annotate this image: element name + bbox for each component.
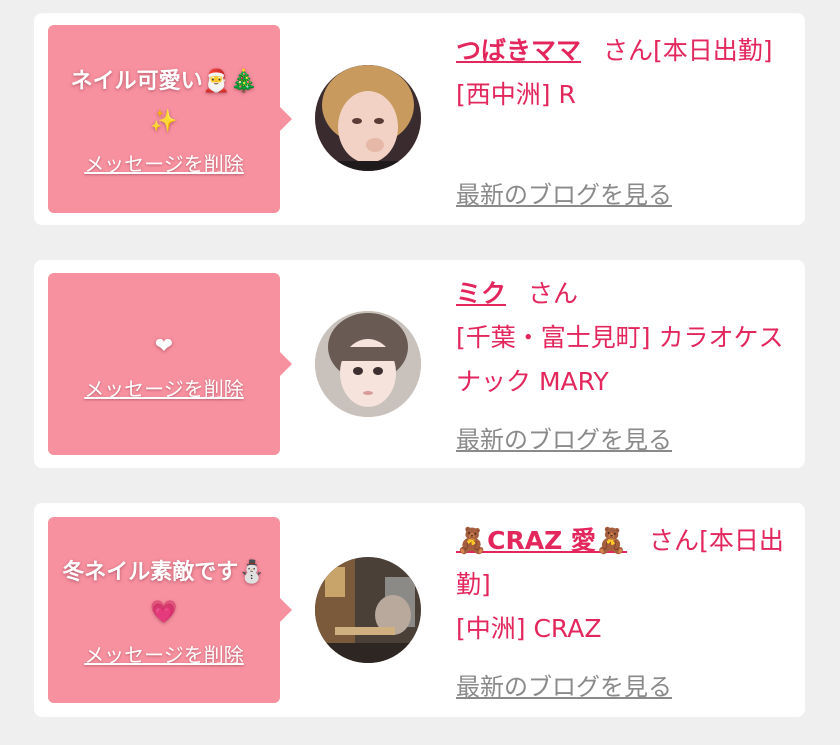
shop-label: [西中洲] R: [456, 80, 576, 109]
message-card: 冬ネイル素敵です⛄💗 メッセージを削除 🧸CRAZ 愛🧸 さん[本日出勤] [中洲…: [34, 503, 805, 717]
honorific: さん: [528, 279, 579, 308]
avatar[interactable]: [315, 557, 421, 663]
honorific: さん: [649, 526, 700, 555]
avatar[interactable]: [315, 311, 421, 417]
message-text: ❤: [154, 333, 174, 359]
view-blog-link[interactable]: 最新のブログを見る: [456, 667, 672, 702]
profile-info: ミク さん [千葉・富士見町] カラオケスナック MARY: [456, 272, 791, 404]
view-blog-link[interactable]: 最新のブログを見る: [456, 175, 672, 210]
honorific: さん: [603, 36, 654, 65]
shop-label: [中洲] CRAZ: [456, 614, 602, 643]
view-blog-link[interactable]: 最新のブログを見る: [456, 420, 672, 455]
profile-info: つばきママ さん[本日出勤] [西中洲] R: [456, 29, 791, 117]
profile-info: 🧸CRAZ 愛🧸 さん[本日出勤] [中洲] CRAZ: [456, 519, 791, 651]
shop-label: [千葉・富士見町] カラオケスナック MARY: [456, 323, 784, 396]
delete-message-link[interactable]: メッセージを削除: [84, 373, 244, 402]
message-bubble: ❤ メッセージを削除: [48, 273, 292, 455]
avatar[interactable]: [315, 65, 421, 171]
profile-name-link[interactable]: 🧸CRAZ 愛🧸: [456, 526, 627, 555]
delete-message-link[interactable]: メッセージを削除: [84, 639, 244, 668]
message-card: ネイル可愛い🎅🎄✨ メッセージを削除 つばきママ さん[本日出勤] [西中洲] R…: [34, 13, 805, 225]
message-text: ネイル可愛い🎅🎄✨: [70, 68, 258, 134]
profile-name-link[interactable]: ミク: [456, 279, 506, 308]
message-text: 冬ネイル素敵です⛄💗: [62, 559, 266, 625]
message-bubble: ネイル可愛い🎅🎄✨ メッセージを削除: [48, 25, 292, 213]
profile-name-link[interactable]: つばきママ: [456, 36, 581, 65]
delete-message-link[interactable]: メッセージを削除: [84, 148, 244, 177]
message-bubble: 冬ネイル素敵です⛄💗 メッセージを削除: [48, 517, 292, 703]
attendance-status: [本日出勤]: [653, 36, 773, 65]
message-card: ❤ メッセージを削除 ミク さん [千葉・富士見町] カラオケスナック MARY …: [34, 260, 805, 468]
